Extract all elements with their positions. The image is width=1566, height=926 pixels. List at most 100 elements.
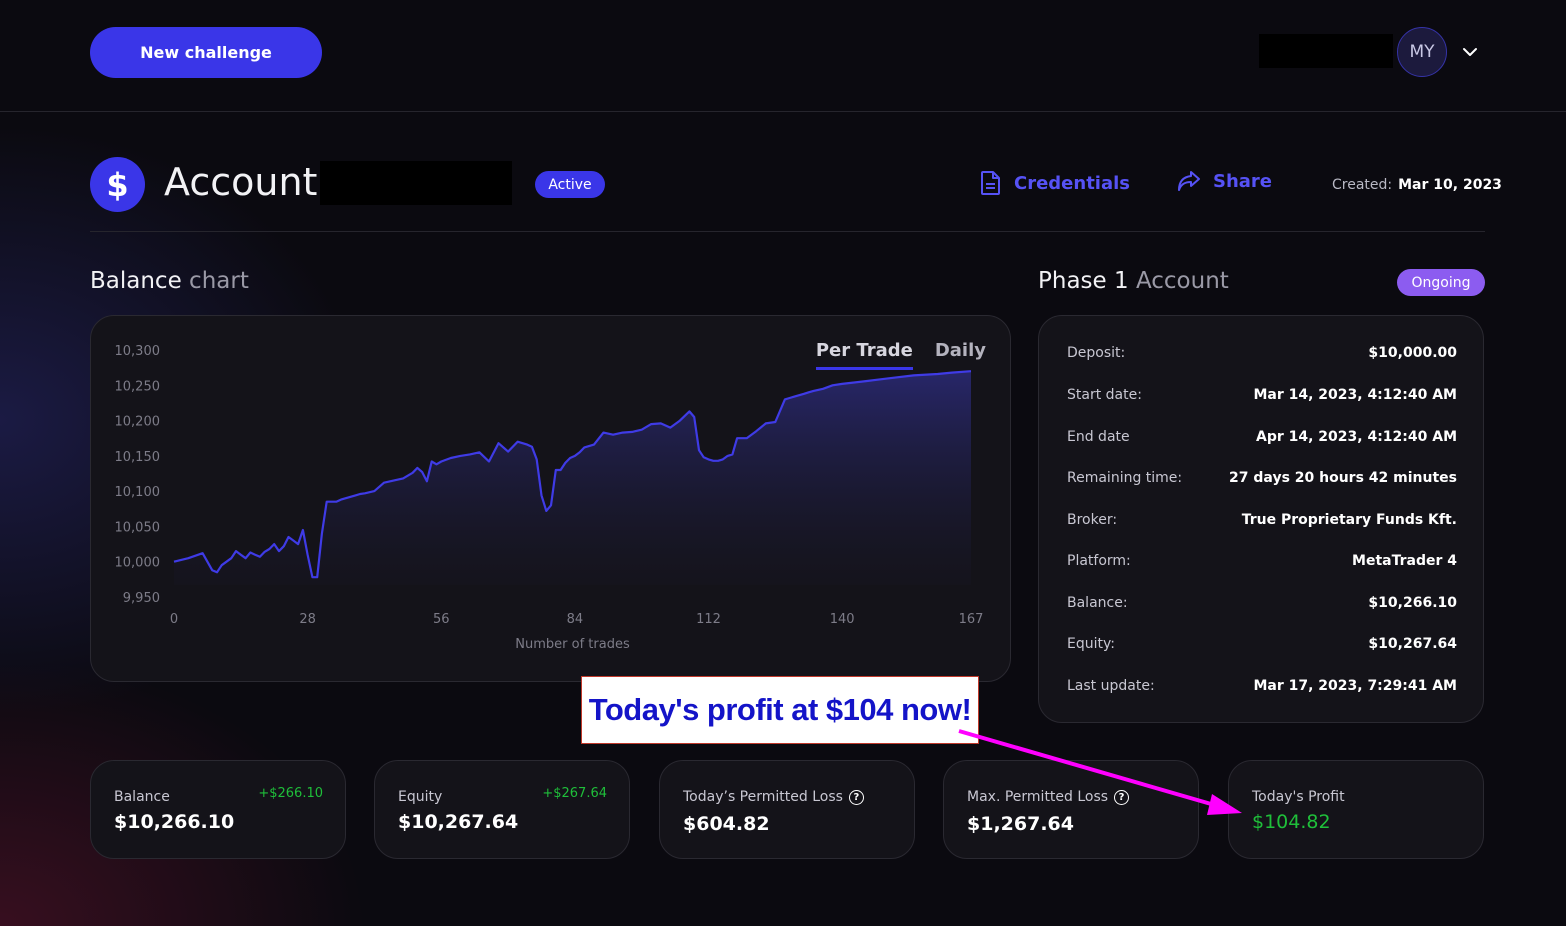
tab-per-trade[interactable]: Per Trade xyxy=(815,340,913,370)
info-label: Start date: xyxy=(1067,387,1142,403)
info-label: Equity: xyxy=(1067,636,1115,652)
annotation-callout: Today's profit at $104 now! xyxy=(581,676,979,744)
stat-label: Balance xyxy=(114,789,170,805)
y-tick-label: 9,950 xyxy=(123,591,160,606)
info-value: True Proprietary Funds Kft. xyxy=(1241,512,1457,528)
created-date: Created: Mar 10, 2023 xyxy=(1332,177,1502,193)
info-value: MetaTrader 4 xyxy=(1352,553,1457,569)
x-tick-label: 140 xyxy=(830,612,855,627)
stat-label: Equity xyxy=(398,789,442,805)
y-tick-label: 10,200 xyxy=(115,415,161,430)
info-row-broker: Broker: True Proprietary Funds Kft. xyxy=(1067,512,1457,528)
x-axis-label: Number of trades xyxy=(515,637,630,652)
stat-value: $10,267.64 xyxy=(398,811,519,833)
info-value: Mar 17, 2023, 7:29:41 AM xyxy=(1253,678,1457,694)
status-badge: Active xyxy=(535,171,605,198)
annotation-text: Today's profit at $104 now! xyxy=(588,692,972,727)
top-bar: New challenge MY xyxy=(0,0,1566,112)
credentials-label: Credentials xyxy=(1014,172,1131,194)
stat-value: $104.82 xyxy=(1252,811,1331,833)
info-label: Deposit: xyxy=(1067,345,1126,361)
help-icon[interactable]: ? xyxy=(1114,789,1130,805)
x-tick-label: 28 xyxy=(299,612,316,627)
phase-info-card: Deposit: $10,000.00 Start date: Mar 14, 20… xyxy=(1038,315,1484,723)
stat-delta: +$267.64 xyxy=(542,786,607,801)
stat-label-text: Equity xyxy=(398,789,443,805)
x-tick-label: 167 xyxy=(959,612,984,627)
info-value: Mar 14, 2023, 4:12:40 AM xyxy=(1253,387,1457,403)
info-row-deposit: Deposit: $10,000.00 xyxy=(1067,345,1457,361)
info-row-end-date: End date Apr 14, 2023, 4:12:40 AM xyxy=(1067,429,1457,445)
chevron-down-icon[interactable] xyxy=(1460,42,1480,62)
new-challenge-button[interactable]: New challenge xyxy=(90,27,322,78)
share-arrow-icon xyxy=(1178,171,1200,191)
stat-label-text: Today’s Permitted Loss xyxy=(683,789,843,805)
tab-daily[interactable]: Daily xyxy=(935,340,986,370)
stat-label-text: Balance xyxy=(114,789,170,805)
info-row-start-date: Start date: Mar 14, 2023, 4:12:40 AM xyxy=(1067,387,1457,403)
phase-title-bold: Phase 1 xyxy=(1038,268,1129,294)
stat-label-text: Max. Permitted Loss xyxy=(967,789,1109,805)
stat-value: $1,267.64 xyxy=(967,813,1074,835)
x-tick-label: 84 xyxy=(567,612,584,627)
divider xyxy=(90,231,1485,232)
info-value: Apr 14, 2023, 4:12:40 AM xyxy=(1255,429,1457,445)
share-label: Share xyxy=(1213,170,1273,192)
ongoing-badge: Ongoing xyxy=(1397,269,1485,296)
stat-card-todays-permitted-loss: Today’s Permitted Loss? $604.82 xyxy=(659,760,915,859)
info-label: Remaining time: xyxy=(1067,470,1183,486)
stat-card-balance: Balance +$266.10 $10,266.10 xyxy=(90,760,346,859)
balance-chart: 10,300 10,250 10,200 10,150 10,100 10,050 10,0… xyxy=(115,344,984,652)
created-label: Created: xyxy=(1332,177,1393,193)
account-title: Account xyxy=(164,160,318,204)
info-row-platform: Platform: MetaTrader 4 xyxy=(1067,553,1457,569)
info-value: 27 days 20 hours 42 minutes xyxy=(1229,470,1457,486)
info-label: Broker: xyxy=(1067,512,1118,528)
credentials-link[interactable]: Credentials xyxy=(980,170,1130,196)
stat-card-max-permitted-loss: Max. Permitted Loss? $1,267.64 xyxy=(943,760,1199,859)
stat-label-text: Today's Profit xyxy=(1252,789,1345,805)
info-label: End date xyxy=(1067,429,1130,445)
phase-title: Phase 1 Account xyxy=(1038,268,1229,294)
info-label: Balance: xyxy=(1067,595,1128,611)
avatar[interactable]: MY xyxy=(1397,27,1447,77)
balance-chart-title-bold: Balance xyxy=(90,268,182,294)
stat-card-equity: Equity +$267.64 $10,267.64 xyxy=(374,760,630,859)
redacted-username xyxy=(1259,34,1393,68)
help-icon[interactable]: ? xyxy=(848,789,864,805)
chart-tabs: Per Trade Daily xyxy=(815,340,986,370)
phase-title-light: Account xyxy=(1135,268,1229,294)
x-tick-label: 112 xyxy=(696,612,721,627)
redacted-account-number xyxy=(320,161,512,205)
y-tick-label: 10,300 xyxy=(115,344,161,359)
info-value: $10,267.64 xyxy=(1368,636,1457,652)
info-row-equity: Equity: $10,267.64 xyxy=(1067,636,1457,652)
y-tick-label: 10,050 xyxy=(115,520,161,535)
info-row-remaining-time: Remaining time: 27 days 20 hours 42 minut… xyxy=(1067,470,1457,486)
share-link[interactable]: Share xyxy=(1177,170,1272,192)
chart-area-fill xyxy=(174,371,971,585)
document-icon xyxy=(981,171,1000,195)
balance-chart-title-light: chart xyxy=(189,268,249,294)
stat-label: Today’s Permitted Loss? xyxy=(683,789,864,805)
y-tick-label: 10,150 xyxy=(115,450,161,465)
stat-value: $604.82 xyxy=(683,813,770,835)
balance-chart-card: 10,300 10,250 10,200 10,150 10,100 10,050 10,0… xyxy=(90,315,1011,682)
info-row-last-update: Last update: Mar 17, 2023, 7:29:41 AM xyxy=(1067,678,1457,694)
created-value: Mar 10, 2023 xyxy=(1398,177,1502,193)
y-tick-label: 10,250 xyxy=(115,379,161,394)
info-value: $10,266.10 xyxy=(1368,595,1457,611)
stat-delta: +$266.10 xyxy=(258,786,323,801)
y-tick-label: 10,000 xyxy=(115,556,161,571)
x-tick-label: 56 xyxy=(433,612,450,627)
stat-label: Max. Permitted Loss? xyxy=(967,789,1130,805)
stat-value: $10,266.10 xyxy=(114,811,235,833)
stat-card-todays-profit: Today's Profit $104.82 xyxy=(1228,760,1484,859)
y-tick-label: 10,100 xyxy=(115,485,161,500)
info-row-balance: Balance: $10,266.10 xyxy=(1067,595,1457,611)
info-value: $10,000.00 xyxy=(1368,345,1457,361)
dollar-icon: $ xyxy=(90,157,145,212)
balance-chart-title: Balance chart xyxy=(90,268,249,294)
info-label: Last update: xyxy=(1067,678,1155,694)
x-tick-label: 0 xyxy=(170,612,178,627)
